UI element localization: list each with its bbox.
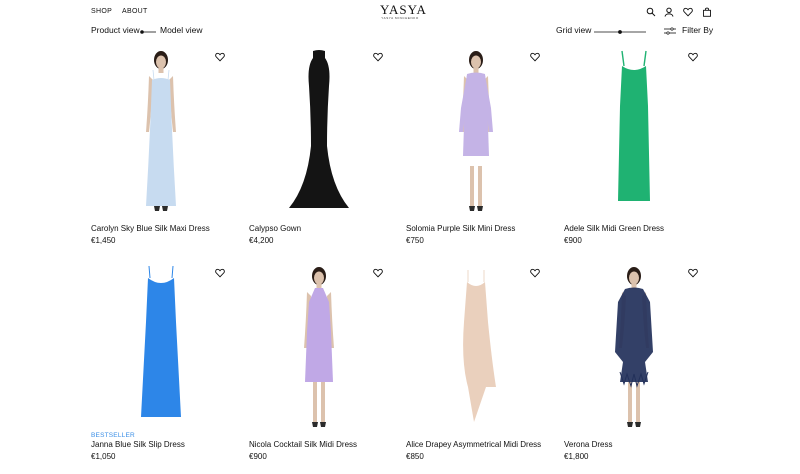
nav-about-link[interactable]: ABOUT (122, 8, 148, 15)
nav-shop-link[interactable]: SHOP (91, 8, 112, 15)
heart-icon[interactable] (530, 268, 540, 278)
model-view-label[interactable]: Model view (160, 25, 203, 35)
product-image[interactable] (91, 46, 231, 214)
product-card[interactable]: Verona Dress €1,800 (564, 262, 704, 474)
heart-icon[interactable] (688, 268, 698, 278)
wishlist-icon[interactable] (683, 7, 693, 17)
search-icon[interactable] (646, 7, 656, 17)
product-card[interactable]: BESTSELLER Janna Blue Silk Slip Dress €1… (91, 262, 231, 474)
product-image[interactable] (406, 46, 546, 214)
grid-size-slider[interactable] (594, 30, 646, 34)
product-name[interactable]: Verona Dress (564, 440, 612, 449)
product-price: €1,450 (91, 236, 116, 245)
bestseller-badge: BESTSELLER (91, 432, 135, 439)
heart-icon[interactable] (373, 268, 383, 278)
product-price: €4,200 (249, 236, 274, 245)
product-image[interactable] (406, 262, 546, 430)
product-name[interactable]: Calypso Gown (249, 224, 301, 233)
product-card[interactable]: Alice Drapey Asymmetrical Midi Dress €85… (406, 262, 546, 474)
heart-icon[interactable] (530, 52, 540, 62)
product-name[interactable]: Alice Drapey Asymmetrical Midi Dress (406, 440, 541, 449)
account-icon[interactable] (664, 7, 674, 17)
product-price: €850 (406, 452, 424, 461)
product-image[interactable] (564, 46, 704, 214)
product-card[interactable]: Nicola Cocktail Silk Midi Dress €900 (249, 262, 389, 474)
filter-by-button[interactable]: Filter By (682, 25, 713, 35)
product-price: €900 (564, 236, 582, 245)
brand-name: YASYA (380, 2, 427, 17)
heart-icon[interactable] (215, 52, 225, 62)
heart-icon[interactable] (688, 52, 698, 62)
product-name[interactable]: Nicola Cocktail Silk Midi Dress (249, 440, 357, 449)
top-navigation: SHOP ABOUT YASYA YASYA MINCHENKO (0, 0, 800, 24)
product-view-label[interactable]: Product view (91, 25, 140, 35)
product-price: €750 (406, 236, 424, 245)
grid-view-label: Grid view (556, 25, 592, 35)
shopping-bag-icon[interactable] (702, 7, 712, 17)
heart-icon[interactable] (373, 52, 383, 62)
filter-icon[interactable] (664, 26, 676, 36)
product-card[interactable]: Calypso Gown €4,200 (249, 46, 389, 258)
product-card[interactable]: Solomia Purple Silk Mini Dress €750 (406, 46, 546, 258)
product-price: €1,800 (564, 452, 589, 461)
product-image[interactable] (249, 46, 389, 214)
product-card[interactable]: Carolyn Sky Blue Silk Maxi Dress €1,450 (91, 46, 231, 258)
heart-icon[interactable] (215, 268, 225, 278)
product-price: €1,050 (91, 452, 116, 461)
view-toggle[interactable] (139, 30, 157, 34)
product-name[interactable]: Carolyn Sky Blue Silk Maxi Dress (91, 224, 210, 233)
product-image[interactable] (91, 262, 231, 430)
product-price: €900 (249, 452, 267, 461)
product-image[interactable] (249, 262, 389, 430)
product-card[interactable]: Adele Silk Midi Green Dress €900 (564, 46, 704, 258)
product-name[interactable]: Solomia Purple Silk Mini Dress (406, 224, 515, 233)
brand-tagline: YASYA MINCHENKO (381, 16, 419, 20)
product-image[interactable] (564, 262, 704, 430)
product-name[interactable]: Adele Silk Midi Green Dress (564, 224, 664, 233)
product-name[interactable]: Janna Blue Silk Slip Dress (91, 440, 185, 449)
brand-logo[interactable]: YASYA YASYA MINCHENKO (380, 2, 427, 20)
